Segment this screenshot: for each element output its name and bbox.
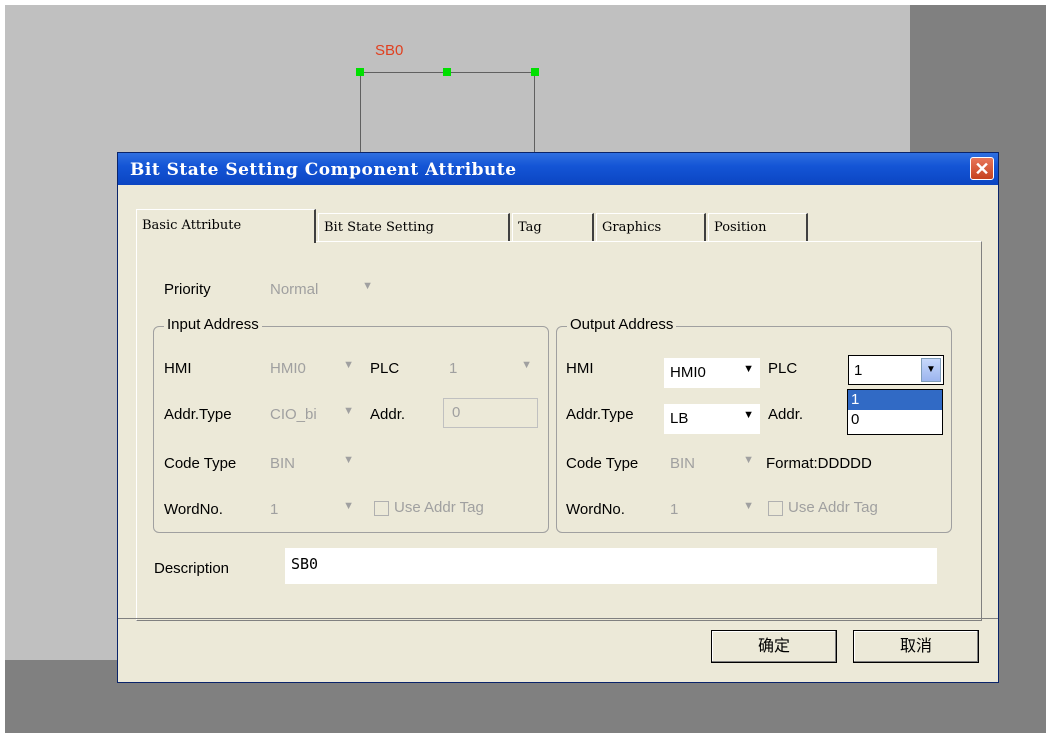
description-label: Description <box>154 560 230 577</box>
resize-handle-top[interactable] <box>443 68 451 76</box>
input-addr-type-select: CIO_bi ▼ <box>264 400 360 430</box>
input-use-addr-tag-label: Use Addr Tag <box>394 499 484 516</box>
dropdown-option[interactable]: 0 <box>848 410 942 430</box>
footer-divider <box>118 618 998 619</box>
description-input[interactable]: SB0 <box>285 548 937 584</box>
tab-position[interactable]: Position <box>708 213 808 241</box>
output-code-type-label: Code Type <box>566 455 639 472</box>
tab-basic-attribute[interactable]: Basic Attribute <box>136 209 316 243</box>
close-icon[interactable]: ✕ <box>970 157 994 180</box>
input-plc-label: PLC <box>370 360 400 377</box>
priority-value: Normal <box>270 281 319 298</box>
chevron-down-icon: ▼ <box>343 500 354 512</box>
priority-select: Normal ▼ <box>264 275 379 305</box>
output-wordno-value: 1 <box>670 501 679 518</box>
output-addr-type-select[interactable]: LB ▼ <box>664 404 760 434</box>
priority-label: Priority <box>164 281 211 298</box>
output-use-addr-tag-checkbox <box>768 501 783 516</box>
chevron-down-icon: ▼ <box>743 409 754 421</box>
dialog-titlebar[interactable]: Bit State Setting Component Attribute ✕ <box>118 153 998 185</box>
component-outline-right <box>534 72 535 152</box>
tab-tag[interactable]: Tag <box>512 213 594 241</box>
input-code-type-value: BIN <box>270 455 296 472</box>
chevron-down-icon: ▼ <box>743 363 754 375</box>
output-hmi-select[interactable]: HMI0 ▼ <box>664 358 760 388</box>
output-hmi-value: HMI0 <box>670 364 706 381</box>
input-use-addr-tag-checkbox <box>374 501 389 516</box>
input-address-title: Input Address <box>164 316 262 333</box>
ok-button[interactable]: 确定 <box>711 630 837 663</box>
input-wordno-label: WordNo. <box>164 501 223 518</box>
resize-handle-top-left[interactable] <box>356 68 364 76</box>
output-use-addr-tag-label: Use Addr Tag <box>788 499 878 516</box>
chevron-down-icon: ▼ <box>343 359 354 371</box>
tab-bit-state-setting[interactable]: Bit State Setting <box>318 213 510 241</box>
output-plc-dropdown: 1 0 <box>847 389 943 435</box>
cancel-button[interactable]: 取消 <box>853 630 979 663</box>
output-code-type-value: BIN <box>670 455 696 472</box>
output-plc-label: PLC <box>768 360 798 377</box>
output-hmi-label: HMI <box>566 360 594 377</box>
output-addr-type-value: LB <box>670 410 689 427</box>
input-hmi-select: HMI0 ▼ <box>264 354 360 384</box>
tab-graphics[interactable]: Graphics <box>596 213 706 241</box>
dialog-title: Bit State Setting Component Attribute <box>130 160 517 180</box>
input-plc-select: 1 ▼ <box>443 354 538 384</box>
input-addr-type-value: CIO_bi <box>270 406 317 423</box>
chevron-down-icon: ▼ <box>743 454 754 466</box>
output-addr-label: Addr. <box>768 406 804 423</box>
chevron-down-icon: ▼ <box>743 500 754 512</box>
input-code-type-label: Code Type <box>164 455 237 472</box>
input-code-type-select: BIN ▼ <box>264 449 360 479</box>
component-outline-left <box>360 72 361 152</box>
output-wordno-select: 1 ▼ <box>664 495 760 525</box>
output-address-title: Output Address <box>567 316 677 333</box>
chevron-down-icon: ▼ <box>343 454 354 466</box>
dropdown-option[interactable]: 1 <box>848 390 942 410</box>
chevron-down-icon: ▼ <box>521 359 532 371</box>
input-addr-field: 0 <box>443 398 538 428</box>
output-code-type-select: BIN ▼ <box>664 449 760 479</box>
output-plc-select[interactable]: 1 ▼ <box>848 355 944 385</box>
chevron-down-icon[interactable]: ▼ <box>921 358 941 382</box>
input-hmi-value: HMI0 <box>270 360 306 377</box>
input-wordno-value: 1 <box>270 501 279 518</box>
resize-handle-top-right[interactable] <box>531 68 539 76</box>
output-format-label: Format:DDDDD <box>766 455 872 472</box>
input-addr-label: Addr. <box>370 406 406 423</box>
input-plc-value: 1 <box>449 360 458 377</box>
chevron-down-icon: ▼ <box>343 405 354 417</box>
input-wordno-select: 1 ▼ <box>264 495 360 525</box>
output-wordno-label: WordNo. <box>566 501 625 518</box>
input-addr-type-label: Addr.Type <box>164 406 232 423</box>
input-hmi-label: HMI <box>164 360 192 377</box>
output-addr-type-label: Addr.Type <box>566 406 634 423</box>
output-plc-value: 1 <box>854 362 863 379</box>
component-label: SB0 <box>375 42 404 59</box>
chevron-down-icon: ▼ <box>362 280 373 292</box>
